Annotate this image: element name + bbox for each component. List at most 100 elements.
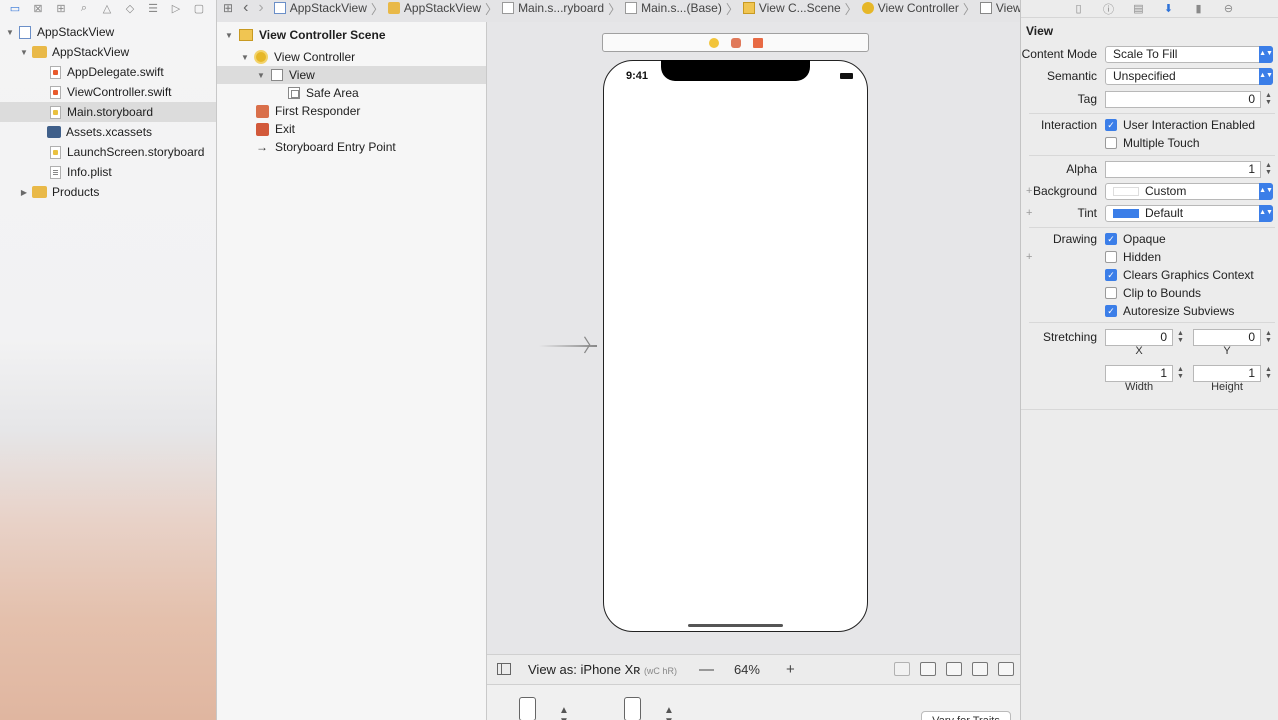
disclosure-triangle-icon[interactable]: ▼: [240, 53, 250, 62]
jumpbar-item-storyboard[interactable]: Main.s...ryboard: [502, 1, 604, 15]
jumpbar-item-project[interactable]: AppStackView: [273, 1, 367, 15]
scene-dock[interactable]: [602, 33, 869, 52]
file-inspector-icon[interactable]: ▯: [1069, 2, 1088, 16]
outline-row-scene[interactable]: ▼ View Controller Scene: [217, 26, 486, 44]
alpha-stepper-icon[interactable]: ▲ ▼: [1264, 161, 1273, 178]
connections-inspector-icon[interactable]: ⊖: [1219, 2, 1238, 16]
disclosure-triangle-icon[interactable]: ▼: [5, 28, 15, 37]
stretching-height-field[interactable]: 1: [1193, 364, 1261, 382]
tag-field[interactable]: 0: [1105, 90, 1261, 108]
debug-icon[interactable]: ☰: [144, 1, 162, 15]
outline-row-view-selected[interactable]: ▼ View: [217, 66, 486, 84]
tree-row-file[interactable]: LaunchScreen.storyboard: [0, 142, 216, 162]
user-interaction-checkbox[interactable]: ✓ User Interaction Enabled: [1105, 118, 1255, 132]
stretching-y-field[interactable]: 0: [1193, 328, 1261, 346]
device-icon[interactable]: [624, 697, 641, 720]
attributes-inspector-icon[interactable]: ⬇: [1159, 2, 1178, 16]
back-button[interactable]: ‹: [243, 0, 248, 16]
divider: [1029, 322, 1275, 323]
first-responder-icon[interactable]: [730, 37, 741, 48]
outline-row-view-controller[interactable]: ▼ View Controller: [217, 48, 486, 66]
orientation-stepper-icon[interactable]: ▲▼: [664, 705, 674, 720]
checkbox-label: Clears Graphics Context: [1123, 268, 1254, 282]
tint-popup[interactable]: Default ▲▼: [1105, 204, 1273, 222]
help-icon[interactable]: ⓘ: [1099, 2, 1118, 16]
device-frame[interactable]: 9:41: [603, 60, 868, 632]
source-control-icon[interactable]: ⊠: [29, 1, 47, 15]
jumpbar-item-view-controller[interactable]: View Controller: [861, 1, 959, 15]
plus-icon[interactable]: +: [1026, 185, 1032, 197]
hidden-checkbox[interactable]: Hidden: [1105, 250, 1161, 264]
jumpbar-label: View C...Scene: [758, 1, 841, 15]
semantic-popup[interactable]: Unspecified ▲▼: [1105, 67, 1273, 85]
zoom-in-button[interactable]: +: [786, 661, 795, 678]
breakpoint-icon[interactable]: ▷: [167, 1, 185, 15]
clears-graphics-context-checkbox[interactable]: ✓ Clears Graphics Context: [1105, 268, 1254, 282]
stretching-width-field[interactable]: 1: [1105, 364, 1173, 382]
tree-row-file[interactable]: AppDelegate.swift: [0, 62, 216, 82]
tree-row-group[interactable]: ▶ Products: [0, 182, 216, 202]
forward-button[interactable]: ›: [258, 0, 263, 16]
storyboard-entry-arrow[interactable]: 〉: [539, 335, 601, 357]
disclosure-triangle-icon[interactable]: ▶: [19, 188, 29, 197]
stepper-icon[interactable]: ▲ ▼: [1264, 329, 1273, 346]
jumpbar-item-storyboard-base[interactable]: Main.s...(Base): [625, 1, 722, 15]
sidebar-toggle-icon[interactable]: [497, 663, 511, 675]
popup-arrows-icon: ▲▼: [1259, 182, 1273, 200]
autoresize-subviews-checkbox[interactable]: ✓ Autoresize Subviews: [1105, 304, 1234, 318]
plus-icon[interactable]: +: [1026, 207, 1032, 219]
identity-inspector-icon[interactable]: ▤: [1129, 2, 1148, 16]
clip-to-bounds-checkbox[interactable]: Clip to Bounds: [1105, 286, 1201, 300]
autoresize-row: ✓ Autoresize Subviews: [1021, 302, 1278, 320]
issue-icon[interactable]: △: [98, 1, 116, 15]
orientation-stepper-icon[interactable]: ▲▼: [559, 705, 569, 720]
tree-row-group[interactable]: ▼ AppStackView: [0, 42, 216, 62]
disclosure-triangle-icon[interactable]: ▼: [256, 71, 266, 80]
tree-row-file[interactable]: ViewController.swift: [0, 82, 216, 102]
exit-icon[interactable]: [752, 37, 763, 48]
related-items-icon[interactable]: ⊞: [223, 1, 233, 15]
disclosure-triangle-icon[interactable]: ▼: [224, 31, 234, 40]
find-icon[interactable]: ⌕: [75, 1, 93, 15]
tree-row-project[interactable]: ▼ AppStackView: [0, 22, 216, 42]
symbol-icon[interactable]: ⊞: [52, 1, 70, 15]
plus-icon[interactable]: +: [1026, 251, 1032, 263]
stepper-icon[interactable]: ▲ ▼: [1176, 365, 1185, 382]
tag-stepper-icon[interactable]: ▲ ▼: [1264, 91, 1273, 108]
size-inspector-icon[interactable]: ▮: [1189, 2, 1208, 16]
outline-row-first-responder[interactable]: First Responder: [217, 102, 486, 120]
device-icon[interactable]: [519, 697, 536, 720]
outline-row-exit[interactable]: Exit: [217, 120, 486, 138]
view-as-device[interactable]: View as: iPhone Xʀ (wC hR): [528, 662, 677, 677]
disclosure-triangle-icon[interactable]: ▼: [19, 48, 29, 57]
outline-row-entry-point[interactable]: → Storyboard Entry Point: [217, 138, 486, 156]
view-controller-icon[interactable]: [708, 37, 719, 48]
stepper-icon[interactable]: ▲ ▼: [1176, 329, 1185, 346]
stepper-icon[interactable]: ▲ ▼: [1264, 365, 1273, 382]
folder-icon[interactable]: ▭: [6, 1, 24, 15]
tag-row: Tag 0 ▲ ▼: [1021, 90, 1278, 108]
jumpbar-item-view[interactable]: View: [979, 1, 1020, 15]
background-popup[interactable]: Custom ▲▼: [1105, 182, 1273, 200]
tree-row-file[interactable]: Info.plist: [0, 162, 216, 182]
stack-icon[interactable]: [946, 662, 962, 676]
test-icon[interactable]: ◇: [121, 1, 139, 15]
opaque-checkbox[interactable]: ✓ Opaque: [1105, 232, 1166, 246]
multiple-touch-checkbox[interactable]: Multiple Touch: [1105, 136, 1200, 150]
zoom-out-button[interactable]: —: [699, 661, 714, 678]
pin-icon[interactable]: [998, 662, 1014, 676]
report-icon[interactable]: ▢: [190, 1, 208, 15]
update-frames-icon[interactable]: [894, 662, 910, 676]
alpha-field[interactable]: 1: [1105, 160, 1261, 178]
vary-for-traits-button[interactable]: Vary for Traits: [921, 711, 1011, 720]
align-icon[interactable]: [972, 662, 988, 676]
embed-in-icon[interactable]: [920, 662, 936, 676]
jumpbar-item-scene[interactable]: View C...Scene: [742, 1, 841, 15]
tree-row-file[interactable]: Assets.xcassets: [0, 122, 216, 142]
outline-row-safe-area[interactable]: Safe Area: [217, 84, 486, 102]
storyboard-canvas[interactable]: 〉 9:41: [487, 22, 1020, 654]
content-mode-popup[interactable]: Scale To Fill ▲▼: [1105, 45, 1273, 63]
stretching-x-field[interactable]: 0: [1105, 328, 1173, 346]
jumpbar-item-group[interactable]: AppStackView: [387, 1, 481, 15]
tree-row-file-selected[interactable]: Main.storyboard: [0, 102, 216, 122]
